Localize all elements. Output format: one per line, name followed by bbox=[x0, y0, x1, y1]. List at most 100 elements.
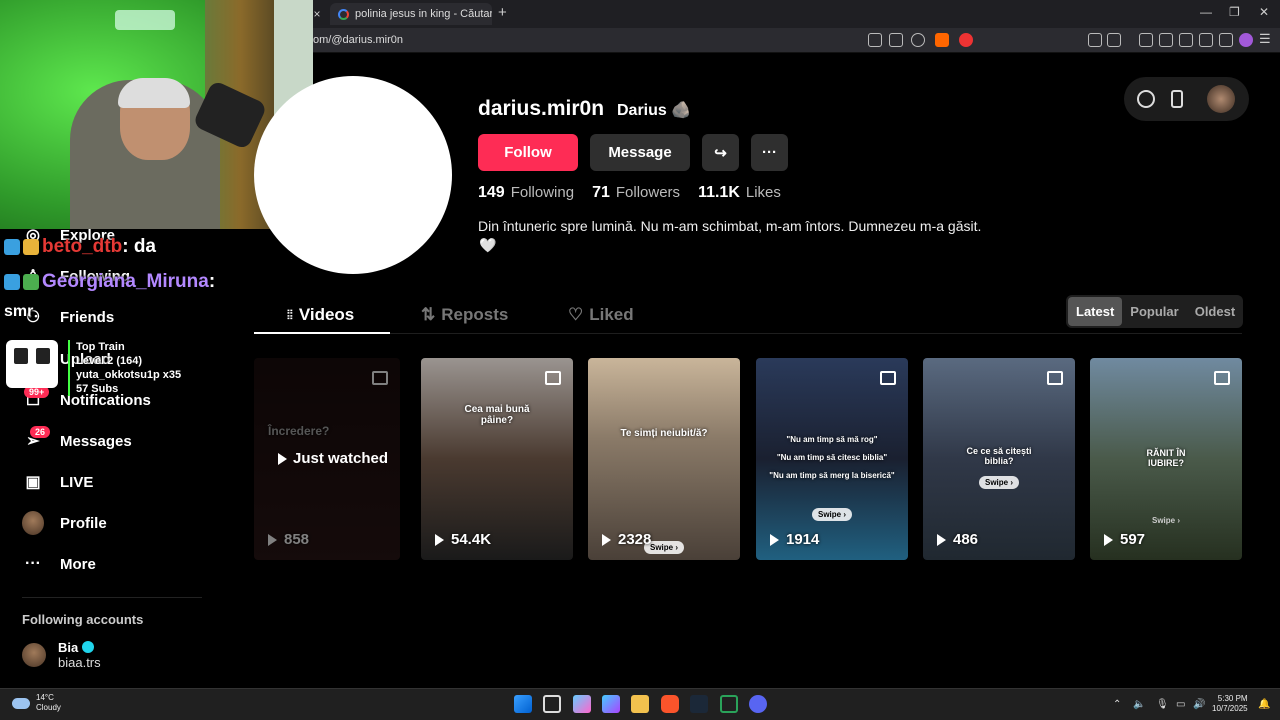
messages-badge: 26 bbox=[30, 426, 51, 438]
following-count[interactable]: 149 bbox=[478, 184, 505, 202]
restore-icon[interactable]: ❐ bbox=[1229, 5, 1240, 19]
volume-icon[interactable]: 🔊 bbox=[1193, 699, 1205, 710]
file-explorer-icon[interactable] bbox=[631, 695, 649, 713]
more-options-button[interactable]: ··· bbox=[751, 134, 788, 171]
task-view-icon[interactable] bbox=[543, 695, 561, 713]
views-count: 54.4K bbox=[451, 531, 492, 548]
brave-rewards-icon[interactable] bbox=[959, 33, 973, 47]
tiktok-coin-icon[interactable] bbox=[1137, 90, 1155, 108]
profile-avatar[interactable] bbox=[254, 76, 452, 274]
weather-condition: Cloudy bbox=[36, 703, 61, 712]
video-caption: "Nu am timp să merg la biserică" bbox=[769, 471, 895, 480]
message-button[interactable]: Message bbox=[590, 134, 690, 171]
url-text[interactable]: om/@darius.mir0n bbox=[313, 34, 403, 46]
verified-icon bbox=[82, 641, 95, 653]
chat-text: : bbox=[208, 271, 216, 292]
sidebar-item-live[interactable]: ▣ LIVE bbox=[22, 471, 93, 493]
video-views: 597 bbox=[1104, 531, 1145, 548]
follow-button[interactable]: Follow bbox=[478, 134, 578, 171]
clock-date: 10/7/2025 bbox=[1212, 704, 1248, 713]
tab-videos[interactable]: ⦙⦙ Videos bbox=[287, 296, 354, 334]
sidebar-item-friends[interactable]: ⚇ Friends bbox=[22, 306, 114, 328]
live-tv-icon: ▣ bbox=[25, 474, 41, 491]
no-translate-icon[interactable] bbox=[868, 33, 882, 47]
extensions-icon[interactable] bbox=[1088, 33, 1102, 47]
wallet-icon[interactable] bbox=[1179, 33, 1193, 47]
video-card[interactable]: Cea mai bună pâine? 54.4K bbox=[421, 358, 573, 560]
avatar bbox=[22, 511, 44, 535]
train-subs: 57 Subs bbox=[76, 383, 119, 395]
sort-popular[interactable]: Popular bbox=[1122, 297, 1186, 326]
play-icon bbox=[278, 452, 287, 465]
video-card[interactable]: Te simți neiubit/ă? Swipe › 2328 bbox=[588, 358, 740, 560]
profile-username: darius.mir0n bbox=[478, 97, 605, 120]
zoom-icon[interactable] bbox=[911, 33, 925, 47]
minimize-icon[interactable]: — bbox=[1200, 5, 1212, 19]
following-label[interactable]: Following bbox=[511, 184, 574, 202]
account-name-row: Bia bbox=[58, 640, 101, 655]
new-tab-button[interactable]: + bbox=[498, 4, 507, 21]
profile-avatar-icon bbox=[22, 511, 44, 535]
widgets-icon[interactable] bbox=[573, 695, 591, 713]
chat-username: beto_dtb bbox=[42, 236, 123, 257]
video-caption: "Nu am timp să mă rog" bbox=[786, 435, 878, 444]
menu-icon[interactable]: ☰ bbox=[1259, 32, 1273, 47]
grid-icon: ⦙⦙ bbox=[287, 307, 293, 322]
photo-icon bbox=[372, 371, 388, 385]
profile-icon[interactable] bbox=[1239, 33, 1253, 47]
windows-start-icon[interactable] bbox=[514, 695, 532, 713]
sort-oldest[interactable]: Oldest bbox=[1187, 297, 1243, 326]
sidebar-item-more[interactable]: ··· More bbox=[22, 553, 96, 575]
network-icon[interactable]: ▭ bbox=[1176, 699, 1185, 710]
views-count: 486 bbox=[953, 531, 979, 548]
followers-count[interactable]: 71 bbox=[592, 184, 610, 202]
views-count: 1914 bbox=[786, 531, 820, 548]
media-icon[interactable] bbox=[1139, 33, 1153, 47]
chevron-up-icon[interactable]: ⌃ bbox=[1113, 699, 1121, 710]
avatar[interactable] bbox=[1207, 85, 1235, 113]
following-account-item[interactable]: Bia biaa.trs bbox=[22, 640, 101, 670]
video-views: 486 bbox=[937, 531, 978, 548]
brave-shield-icon[interactable] bbox=[935, 33, 949, 47]
rock-emoji-icon: 🪨 bbox=[671, 102, 692, 119]
followers-label[interactable]: Followers bbox=[616, 184, 680, 202]
speaker-icon[interactable]: 🔈 bbox=[1133, 699, 1145, 710]
discord-icon[interactable] bbox=[749, 695, 767, 713]
close-window-icon[interactable]: ✕ bbox=[1259, 5, 1269, 19]
microphone-icon[interactable]: 🎙 bbox=[1156, 699, 1169, 710]
brave-browser-icon[interactable] bbox=[661, 695, 679, 713]
sub-badge-icon bbox=[23, 274, 39, 290]
repost-icon: ⇅ bbox=[421, 305, 436, 324]
play-icon bbox=[937, 533, 946, 546]
excel-icon[interactable] bbox=[720, 695, 738, 713]
just-watched-label: Just watched bbox=[278, 450, 388, 467]
video-card[interactable]: Ce ce să citești biblia? Swipe › 486 bbox=[923, 358, 1075, 560]
tab-reposts[interactable]: ⇅ Reposts bbox=[421, 296, 508, 334]
sort-latest[interactable]: Latest bbox=[1068, 297, 1123, 326]
photo-icon bbox=[880, 371, 896, 385]
sidebar-icon[interactable] bbox=[1159, 33, 1173, 47]
weather-widget[interactable]: 14°C Cloudy bbox=[12, 693, 61, 713]
clock-time: 5:30 PM bbox=[1217, 694, 1248, 703]
just-watched-text: Just watched bbox=[293, 450, 389, 467]
vpn-icon[interactable] bbox=[1219, 33, 1233, 47]
steam-icon[interactable] bbox=[690, 695, 708, 713]
video-card[interactable]: RĂNIT ÎN IUBIRE? Swipe › 597 bbox=[1090, 358, 1242, 560]
phone-icon[interactable] bbox=[1171, 90, 1183, 108]
copilot-icon[interactable] bbox=[602, 695, 620, 713]
cast-icon[interactable] bbox=[889, 33, 903, 47]
leo-ai-icon[interactable] bbox=[1199, 33, 1213, 47]
screenshot-icon[interactable] bbox=[1107, 33, 1121, 47]
swipe-label: Swipe › bbox=[978, 476, 1020, 489]
share-button[interactable]: ↪ bbox=[702, 134, 739, 171]
video-card[interactable]: "Nu am timp să mă rog" "Nu am timp să ci… bbox=[756, 358, 908, 560]
browser-tab[interactable]: polinia jesus in king - Căutare Google bbox=[330, 3, 492, 25]
sidebar-item-profile[interactable]: Profile bbox=[22, 511, 107, 535]
notification-bell-icon[interactable]: 🔔 bbox=[1258, 699, 1270, 710]
more-icon: ··· bbox=[762, 144, 777, 161]
taskbar-clock[interactable]: 5:30 PM 10/7/2025 bbox=[1212, 694, 1248, 714]
video-views: 2328 bbox=[602, 531, 651, 548]
tab-liked[interactable]: ♡ Liked bbox=[568, 296, 634, 334]
top-right-actions bbox=[1124, 77, 1249, 121]
play-icon bbox=[1104, 533, 1113, 546]
